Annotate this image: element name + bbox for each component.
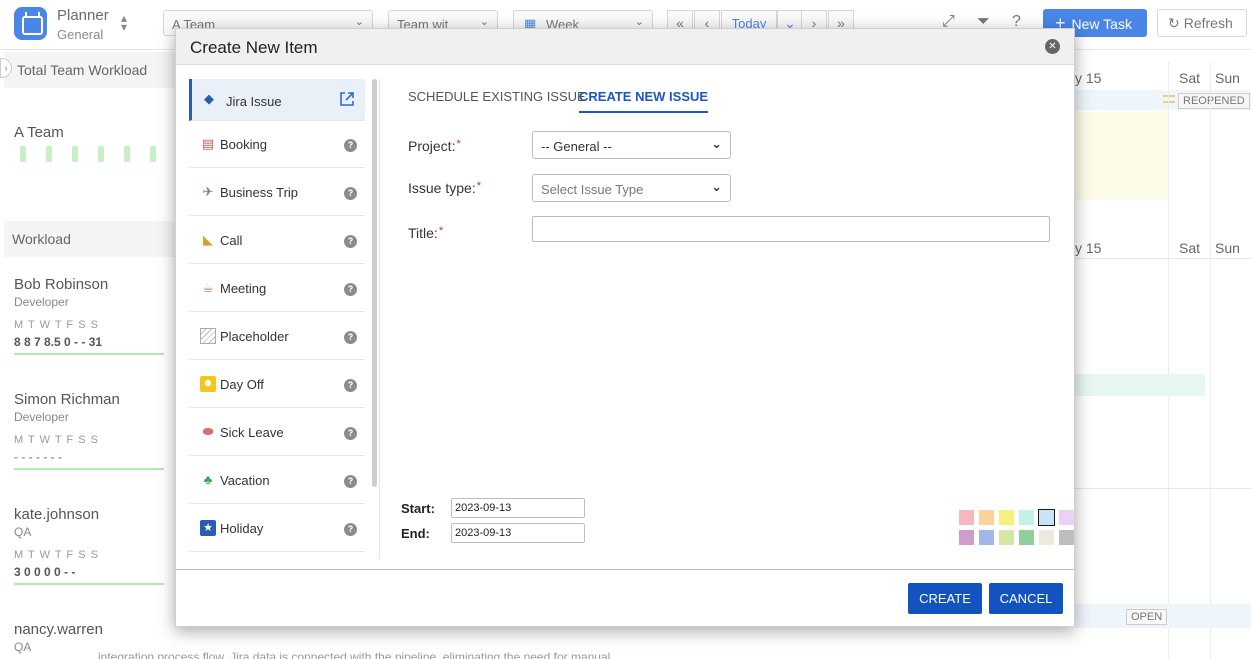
dialog-title: Create New Item — [190, 38, 318, 57]
divider — [379, 79, 380, 559]
start-date-label: Start: — [401, 501, 435, 516]
color-swatch[interactable] — [959, 530, 974, 545]
required-mark: * — [456, 138, 461, 150]
type-item-sick-leave[interactable]: ⬬ Sick Leave ? — [189, 409, 365, 456]
type-item-jira-issue[interactable]: ◆ Jira Issue — [189, 79, 365, 121]
issue-type-select-value: Select Issue Type — [541, 182, 644, 197]
type-label: Holiday — [220, 521, 264, 536]
external-link-icon[interactable] — [339, 91, 355, 107]
coffee-icon: ☕ — [202, 280, 214, 295]
title-input[interactable] — [532, 216, 1050, 242]
help-icon[interactable]: ? — [344, 475, 357, 488]
color-swatch-selected[interactable] — [1038, 509, 1055, 526]
color-swatch[interactable] — [979, 530, 994, 545]
type-list-scrollbar[interactable] — [372, 79, 377, 487]
color-swatch[interactable] — [1039, 530, 1054, 545]
type-label: Jira Issue — [226, 94, 282, 109]
item-type-list: ◆ Jira Issue ▤ Booking ? ✈ Business Trip… — [189, 79, 367, 561]
jira-icon: ◆ — [204, 91, 214, 106]
help-icon[interactable]: ? — [344, 427, 357, 440]
sun-icon: ✹ — [200, 376, 216, 392]
color-swatch[interactable] — [999, 530, 1014, 545]
dialog-header: Create New Item ✕ — [176, 29, 1074, 65]
issue-type-select[interactable]: Select Issue Type ⌄ — [532, 174, 731, 202]
help-icon[interactable]: ? — [344, 379, 357, 392]
color-swatch[interactable] — [999, 510, 1014, 525]
color-swatch[interactable] — [1059, 530, 1074, 545]
tab-create-new-issue[interactable]: CREATE NEW ISSUE — [579, 89, 709, 113]
chevron-down-icon: ⌄ — [711, 179, 722, 194]
type-label: Sick Leave — [220, 425, 284, 440]
color-swatch[interactable] — [1019, 530, 1034, 545]
chevron-down-icon: ⌄ — [711, 136, 722, 151]
help-icon[interactable]: ? — [344, 331, 357, 344]
end-date-input[interactable]: 2023-09-13 — [451, 523, 585, 543]
tab-schedule-existing-issue[interactable]: SCHEDULE EXISTING ISSUE — [408, 89, 586, 111]
beach-icon: ♣ — [203, 472, 213, 487]
pill-icon: ⬬ — [202, 424, 214, 439]
type-item-placeholder[interactable]: Placeholder ? — [189, 313, 365, 360]
color-swatch[interactable] — [959, 510, 974, 525]
project-label-text: Project: — [408, 138, 456, 154]
color-swatch[interactable] — [1019, 510, 1034, 525]
type-label: Call — [220, 233, 243, 248]
type-item-vacation[interactable]: ♣ Vacation ? — [189, 457, 365, 504]
type-item-business-trip[interactable]: ✈ Business Trip ? — [189, 169, 365, 216]
type-label: Booking — [220, 137, 267, 152]
required-mark: * — [438, 225, 444, 237]
type-label: Day Off — [220, 377, 264, 392]
type-label: Meeting — [220, 281, 267, 296]
placeholder-icon — [200, 328, 216, 344]
project-select-value: -- General -- — [541, 139, 612, 154]
help-icon[interactable]: ? — [344, 523, 357, 536]
type-label: Business Trip — [220, 185, 299, 200]
create-item-dialog: Create New Item ✕ ◆ Jira Issue ▤ Booking… — [175, 28, 1075, 627]
dialog-footer-divider — [176, 569, 1074, 570]
close-icon[interactable]: ✕ — [1045, 39, 1060, 54]
type-label: Placeholder — [220, 329, 289, 344]
start-date-input[interactable]: 2023-09-13 — [451, 498, 585, 518]
project-select[interactable]: -- General -- ⌄ — [532, 131, 731, 159]
type-item-call[interactable]: ◣ Call ? — [189, 217, 365, 264]
cancel-button[interactable]: CANCEL — [989, 583, 1063, 614]
type-label: Vacation — [220, 473, 270, 488]
issue-type-label-text: Issue type: — [408, 180, 476, 196]
airplane-icon: ✈ — [202, 184, 214, 199]
create-button[interactable]: CREATE — [908, 583, 982, 614]
project-label: Project:* — [408, 138, 461, 154]
type-item-booking[interactable]: ▤ Booking ? — [189, 121, 365, 168]
end-date-label: End: — [401, 526, 430, 541]
help-icon[interactable]: ? — [344, 235, 357, 248]
help-icon[interactable]: ? — [344, 283, 357, 296]
help-icon[interactable]: ? — [344, 139, 357, 152]
type-item-holiday[interactable]: ★ Holiday ? — [189, 505, 365, 552]
bell-icon: ◣ — [203, 232, 213, 247]
issue-type-label: Issue type:* — [408, 180, 481, 196]
color-swatch[interactable] — [1059, 510, 1074, 525]
title-label-text: Title: — [408, 225, 438, 241]
title-label: Title:* — [408, 225, 443, 241]
help-icon[interactable]: ? — [344, 187, 357, 200]
type-item-day-off[interactable]: ✹ Day Off ? — [189, 361, 365, 408]
required-mark: * — [476, 180, 481, 192]
type-item-meeting[interactable]: ☕ Meeting ? — [189, 265, 365, 312]
booking-icon: ▤ — [201, 136, 215, 151]
color-swatch[interactable] — [979, 510, 994, 525]
star-icon: ★ — [200, 520, 216, 536]
